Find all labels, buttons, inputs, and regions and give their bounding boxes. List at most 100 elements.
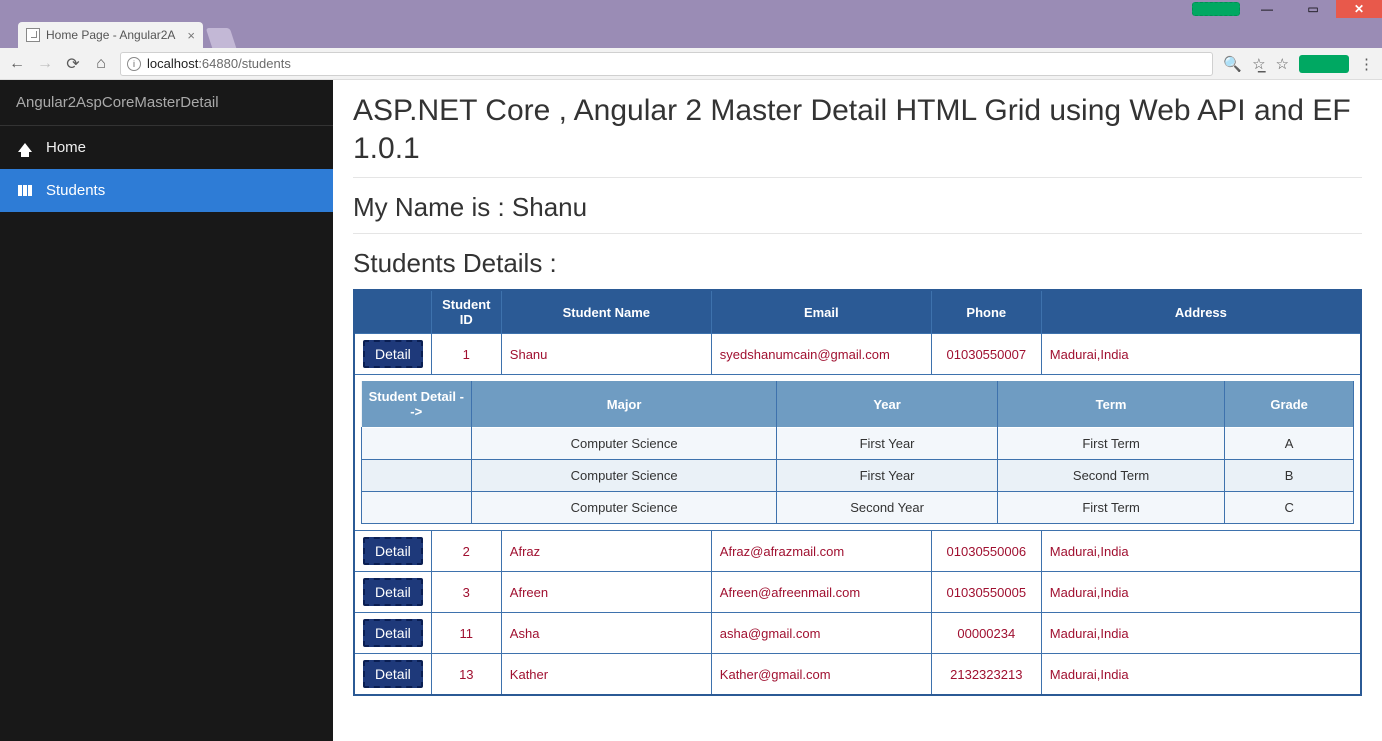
page-root: Angular2AspCoreMasterDetail Home Students…	[0, 80, 1382, 741]
grid-icon	[18, 185, 32, 196]
detail-cell-year: First Year	[777, 428, 998, 460]
detail-blank	[362, 460, 472, 492]
menu-icon[interactable]: ⋮	[1359, 55, 1374, 73]
site-info-icon[interactable]: i	[127, 57, 141, 71]
detail-button[interactable]: Detail	[363, 578, 423, 606]
students-table-head: Student ID Student Name Email Phone Addr…	[354, 290, 1361, 334]
cell-id: 13	[431, 654, 501, 696]
address-bar[interactable]: i localhost:64880/students	[120, 52, 1213, 76]
detail-button[interactable]: Detail	[363, 537, 423, 565]
cell-id: 3	[431, 572, 501, 613]
detail-table-row: Computer ScienceSecond YearFirst TermC	[362, 492, 1354, 524]
forward-button[interactable]: →	[36, 55, 54, 73]
detail-cell-major: Computer Science	[472, 428, 777, 460]
cell-id: 1	[431, 334, 501, 375]
detail-table-row: Computer ScienceFirst YearFirst TermA	[362, 428, 1354, 460]
header-email: Email	[711, 290, 931, 334]
detail-cell-year: First Year	[777, 460, 998, 492]
browser-tabstrip: Home Page - Angular2A ×	[0, 18, 1382, 48]
detail-row: Student Detail -->MajorYearTermGradeComp…	[354, 375, 1361, 531]
tab-title: Home Page - Angular2A	[46, 28, 175, 42]
cell-address: Madurai,India	[1041, 572, 1361, 613]
minimize-button[interactable]: —	[1244, 0, 1290, 18]
detail-button[interactable]: Detail	[363, 660, 423, 688]
bookmark-icon[interactable]: ☆	[1276, 55, 1289, 73]
cell-name: Afraz	[501, 531, 711, 572]
zoom-icon[interactable]: 🔍	[1223, 55, 1242, 73]
close-tab-icon[interactable]: ×	[187, 28, 195, 43]
cell-name: Asha	[501, 613, 711, 654]
cell-name: Kather	[501, 654, 711, 696]
sidebar-item-students[interactable]: Students	[0, 169, 333, 212]
cell-email: Afraz@afrazmail.com	[711, 531, 931, 572]
url-port: :64880	[198, 56, 238, 71]
sidebar-item-label: Students	[46, 182, 105, 199]
detail-cell-year: Second Year	[777, 492, 998, 524]
detail-cell-major: Computer Science	[472, 492, 777, 524]
page-title: ASP.NET Core , Angular 2 Master Detail H…	[353, 92, 1362, 167]
window-controls: — ▭ ✕	[1244, 0, 1382, 18]
detail-cell-term: First Term	[997, 492, 1224, 524]
os-indicator	[1192, 2, 1240, 16]
detail-button[interactable]: Detail	[363, 619, 423, 647]
section-heading: Students Details :	[353, 248, 1362, 279]
detail-cell-grade: A	[1225, 428, 1354, 460]
page-icon	[26, 28, 40, 42]
name-prefix: My Name is :	[353, 192, 512, 222]
detail-cell-grade: C	[1225, 492, 1354, 524]
student-detail-table: Student Detail -->MajorYearTermGradeComp…	[361, 381, 1354, 524]
cell-phone: 01030550005	[931, 572, 1041, 613]
cell-phone: 00000234	[931, 613, 1041, 654]
detail-blank	[362, 492, 472, 524]
table-row: Detail 3AfreenAfreen@afreenmail.com010305…	[354, 572, 1361, 613]
cell-address: Madurai,India	[1041, 334, 1361, 375]
table-row: Detail 13KatherKather@gmail.com2132323213…	[354, 654, 1361, 696]
detail-cell-term: First Term	[997, 428, 1224, 460]
detail-header: Year	[777, 381, 998, 428]
cell-name: Afreen	[501, 572, 711, 613]
home-icon	[18, 143, 32, 152]
cell-phone: 2132323213	[931, 654, 1041, 696]
detail-cell-term: Second Term	[997, 460, 1224, 492]
header-address: Address	[1041, 290, 1361, 334]
detail-blank	[362, 428, 472, 460]
divider	[353, 233, 1362, 234]
header-name: Student Name	[501, 290, 711, 334]
detail-header: Student Detail -->	[362, 381, 472, 428]
header-blank	[354, 290, 431, 334]
cell-address: Madurai,India	[1041, 654, 1361, 696]
cell-email: syedshanumcain@gmail.com	[711, 334, 931, 375]
cell-name: Shanu	[501, 334, 711, 375]
cell-email: Kather@gmail.com	[711, 654, 931, 696]
detail-header: Term	[997, 381, 1224, 428]
cell-email: Afreen@afreenmail.com	[711, 572, 931, 613]
cell-phone: 01030550006	[931, 531, 1041, 572]
translate-icon[interactable]: ☆̲	[1252, 55, 1265, 73]
table-row: Detail 2AfrazAfraz@afrazmail.com010305500…	[354, 531, 1361, 572]
maximize-button[interactable]: ▭	[1290, 0, 1336, 18]
os-titlebar: — ▭ ✕	[0, 0, 1382, 18]
cell-id: 2	[431, 531, 501, 572]
detail-header: Grade	[1225, 381, 1354, 428]
cell-phone: 01030550007	[931, 334, 1041, 375]
back-button[interactable]: ←	[8, 55, 26, 73]
url-path: /students	[238, 56, 291, 71]
app-brand[interactable]: Angular2AspCoreMasterDetail	[0, 80, 333, 126]
new-tab-button[interactable]	[206, 28, 236, 48]
browser-tab[interactable]: Home Page - Angular2A ×	[18, 22, 203, 48]
detail-header: Major	[472, 381, 777, 428]
sidebar-item-label: Home	[46, 139, 86, 156]
reload-button[interactable]: ⟳	[64, 54, 82, 74]
detail-cell-major: Computer Science	[472, 460, 777, 492]
extension-badge[interactable]	[1299, 55, 1349, 73]
home-button[interactable]: ⌂	[92, 55, 110, 73]
cell-email: asha@gmail.com	[711, 613, 931, 654]
browser-toolbar: ← → ⟳ ⌂ i localhost:64880/students 🔍 ☆̲ …	[0, 48, 1382, 80]
cell-address: Madurai,India	[1041, 531, 1361, 572]
sidebar-item-home[interactable]: Home	[0, 126, 333, 169]
cell-id: 11	[431, 613, 501, 654]
detail-button[interactable]: Detail	[363, 340, 423, 368]
detail-cell-grade: B	[1225, 460, 1354, 492]
close-button[interactable]: ✕	[1336, 0, 1382, 18]
name-line: My Name is : Shanu	[353, 192, 1362, 223]
